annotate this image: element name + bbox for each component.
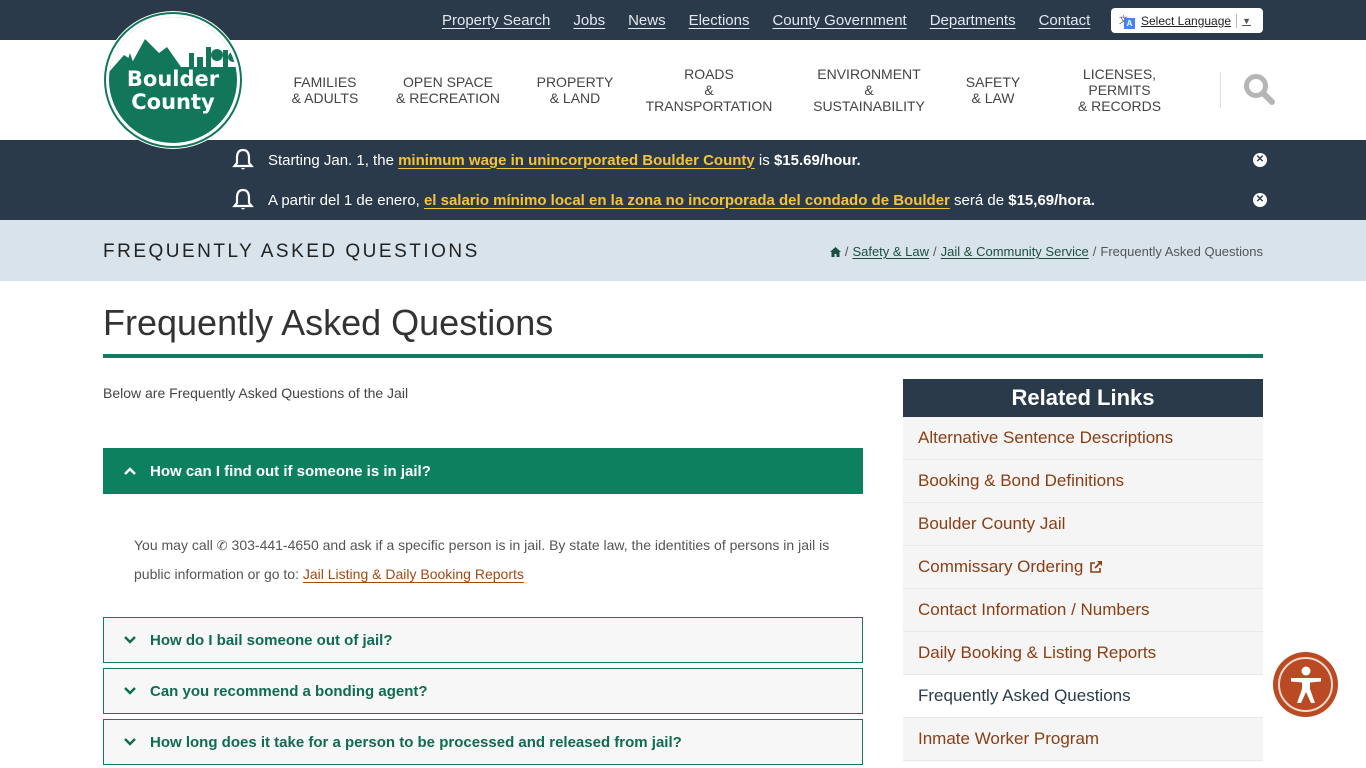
utility-link-county-government[interactable]: County Government <box>772 12 906 29</box>
alert-row-spanish: A partir del 1 de enero, el salario míni… <box>231 180 1271 220</box>
related-link-booking-bond[interactable]: Booking & Bond Definitions <box>903 460 1263 503</box>
caret-down-icon: ▼ <box>1242 15 1251 26</box>
faq-question-text: How do I bail someone out of jail? <box>150 631 393 649</box>
utility-link-elections[interactable]: Elections <box>689 12 750 29</box>
bell-icon <box>232 148 254 170</box>
alert-link-salario-minimo[interactable]: el salario mínimo local en la zona no in… <box>424 192 950 209</box>
chevron-down-icon <box>124 738 136 746</box>
alert-prefix: A partir del 1 de enero, <box>268 191 424 209</box>
faq-question-text: How can I find out if someone is in jail… <box>150 462 431 480</box>
faq-question-collapsed[interactable]: Can you recommend a bonding agent? <box>103 668 863 714</box>
logo-badge: Boulder County <box>106 14 240 146</box>
logo-line-1: Boulder <box>126 67 220 91</box>
alert-link-minimum-wage[interactable]: minimum wage in unincorporated Boulder C… <box>398 152 755 169</box>
language-select-divider <box>1236 13 1238 28</box>
alert-row-english: Starting Jan. 1, the minimum wage in uni… <box>231 140 1271 180</box>
breadcrumb-safety-law[interactable]: Safety & Law <box>852 244 929 259</box>
alert-middle: será de <box>949 191 1009 209</box>
nav-roads-transportation[interactable]: Roads & Transportation <box>644 66 774 114</box>
language-select-label: Select Language <box>1141 13 1232 28</box>
nav-open-space-recreation[interactable]: Open Space & Recreation <box>393 74 503 106</box>
nav-families-adults[interactable]: Families & Adults <box>280 74 370 106</box>
faq-question-text: Can you recommend a bonding agent? <box>150 682 428 700</box>
close-alert-icon[interactable]: ✕ <box>1253 193 1267 207</box>
breadcrumb-current: Frequently Asked Questions <box>1100 244 1263 259</box>
phone-icon: ✆ <box>216 538 228 553</box>
faq-question-expanded[interactable]: How can I find out if someone is in jail… <box>103 448 863 494</box>
home-icon[interactable] <box>829 246 841 257</box>
alert-prefix: Starting Jan. 1, the <box>268 151 399 169</box>
faq-answer: You may call ✆ 303-441-4650 and ask if a… <box>134 531 834 588</box>
accessibility-icon <box>1290 666 1321 703</box>
utility-link-jobs[interactable]: Jobs <box>573 12 605 29</box>
boulder-county-logo[interactable]: Boulder County <box>103 11 243 149</box>
breadcrumb-separator: / <box>1092 244 1097 259</box>
faq-question-text: How long does it take for a person to be… <box>150 733 682 751</box>
phone-number: 303-441-4650 <box>231 537 319 553</box>
logo-line-2: County <box>131 90 215 114</box>
nav-safety-law[interactable]: Safety & Law <box>963 74 1023 106</box>
nav-environment-sustainability[interactable]: Environment & Sustainability <box>809 66 929 114</box>
related-link-contact-information[interactable]: Contact Information / Numbers <box>903 589 1263 632</box>
alert-text: A partir del 1 de enero, el salario míni… <box>268 192 1095 209</box>
breadcrumb-separator: / <box>933 244 937 259</box>
title-divider <box>103 354 1263 358</box>
related-links: Related Links Alternative Sentence Descr… <box>903 379 1263 761</box>
chevron-up-icon <box>124 467 136 475</box>
faq-answer-text: You may call <box>134 537 213 553</box>
related-link-daily-booking[interactable]: Daily Booking & Listing Reports <box>903 632 1263 675</box>
breadcrumb-separator: / <box>844 244 849 259</box>
search-icon <box>1244 74 1275 105</box>
related-link-commissary-ordering[interactable]: Commissary Ordering <box>903 546 1263 589</box>
related-link-label: Commissary Ordering <box>918 557 1084 576</box>
related-link-inmate-worker[interactable]: Inmate Worker Program <box>903 718 1263 761</box>
utility-link-news[interactable]: News <box>628 12 666 29</box>
nav-licenses-permits-records[interactable]: Licenses, Permits & Records <box>1057 66 1182 114</box>
accessibility-ring <box>1278 657 1333 712</box>
utility-nav: Property Search Jobs News Elections Coun… <box>442 0 1113 40</box>
nav-divider <box>1220 72 1221 108</box>
utility-link-property-search[interactable]: Property Search <box>442 12 550 29</box>
close-alert-icon[interactable]: ✕ <box>1253 153 1267 167</box>
alert-amount: $15.69/hour. <box>773 151 861 169</box>
section-heading: Frequently Asked Questions <box>103 241 480 262</box>
related-links-heading: Related Links <box>903 379 1263 417</box>
faq-question-collapsed[interactable]: How do I bail someone out of jail? <box>103 617 863 663</box>
external-link-icon <box>1090 561 1103 573</box>
jail-listing-link[interactable]: Jail Listing & Daily Booking Reports <box>303 566 524 582</box>
main-nav: Families & Adults Open Space & Recreatio… <box>280 40 1182 140</box>
bell-icon <box>232 188 254 210</box>
page-title: Frequently Asked Questions <box>103 302 554 343</box>
logo-text: Boulder County <box>127 68 219 114</box>
alert-text: Starting Jan. 1, the minimum wage in uni… <box>268 152 861 169</box>
breadcrumb-jail-community-service[interactable]: Jail & Community Service <box>941 244 1089 259</box>
nav-property-land[interactable]: Property & Land <box>535 74 615 106</box>
page-title-bar: Frequently Asked Questions / Safety & La… <box>0 220 1366 281</box>
utility-link-contact[interactable]: Contact <box>1039 12 1091 29</box>
alert-banner: Starting Jan. 1, the minimum wage in uni… <box>0 140 1366 220</box>
related-link-faq-active[interactable]: Frequently Asked Questions <box>903 675 1263 718</box>
alert-middle: is <box>754 151 774 169</box>
utility-link-departments[interactable]: Departments <box>930 12 1016 29</box>
chevron-down-icon <box>124 636 136 644</box>
related-link-boulder-county-jail[interactable]: Boulder County Jail <box>903 503 1263 546</box>
google-translate-icon: 文A <box>1119 13 1135 29</box>
accessibility-button[interactable] <box>1273 652 1338 717</box>
intro-text: Below are Frequently Asked Questions of … <box>103 385 409 401</box>
chevron-down-icon <box>124 687 136 695</box>
breadcrumb: / Safety & Law / Jail & Community Servic… <box>829 244 1263 259</box>
faq-question-collapsed[interactable]: How long does it take for a person to be… <box>103 719 863 765</box>
related-link-alternative-sentence[interactable]: Alternative Sentence Descriptions <box>903 417 1263 460</box>
search-button[interactable] <box>1242 72 1276 106</box>
alert-amount: $15,69/hora. <box>1008 191 1095 209</box>
language-select[interactable]: 文A Select Language ▼ <box>1111 8 1263 33</box>
